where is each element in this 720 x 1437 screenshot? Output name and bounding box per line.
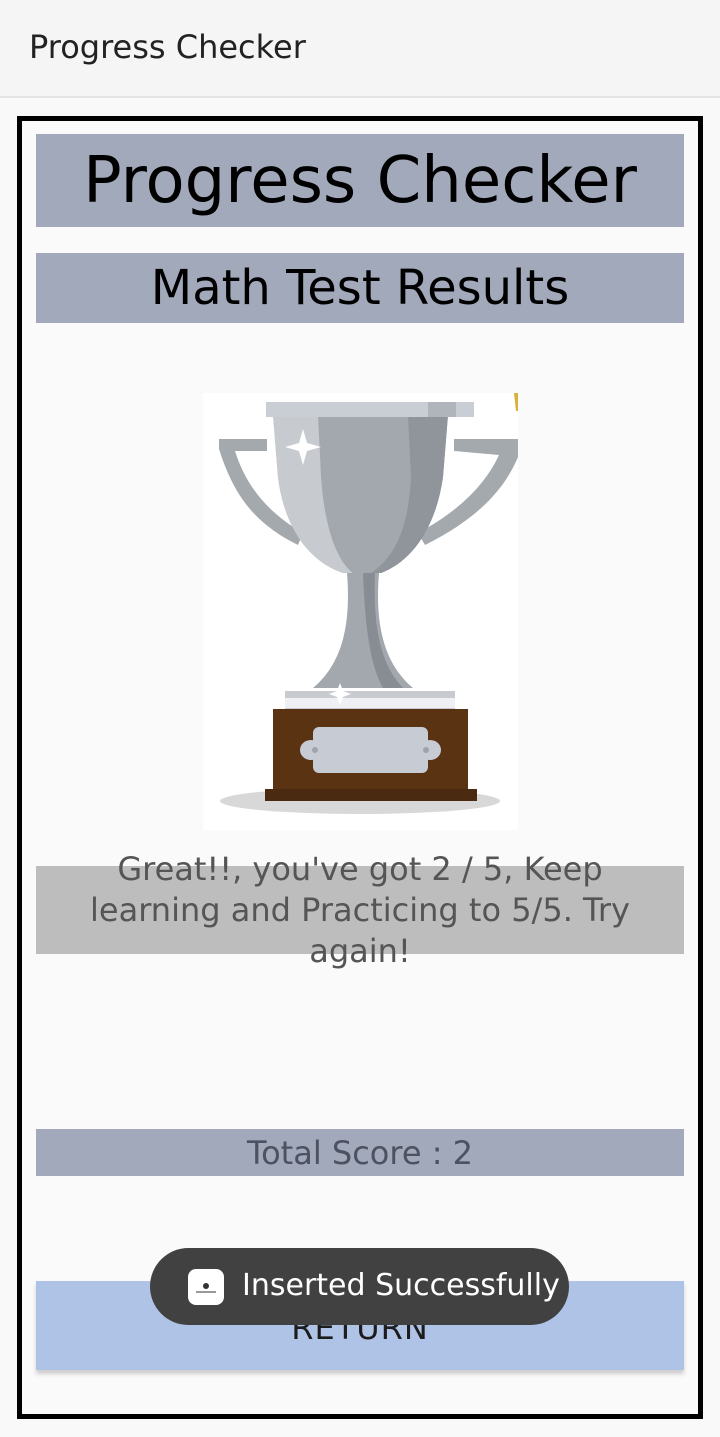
result-message: Great!!, you've got 2 / 5, Keep learning… — [90, 849, 630, 970]
toast-notification: Inserted Successfully — [150, 1248, 569, 1325]
trophy-icon — [219, 393, 518, 814]
app-bar-title: Progress Checker — [29, 28, 306, 66]
page-subtitle: Math Test Results — [150, 260, 570, 316]
page-title-banner: Progress Checker — [36, 134, 684, 227]
app-icon-line — [196, 1291, 216, 1293]
result-message-banner: Great!!, you've got 2 / 5, Keep learning… — [36, 850, 684, 970]
toast-message: Inserted Successfully — [242, 1268, 560, 1303]
page-title: Progress Checker — [83, 143, 637, 218]
app-bar: Progress Checker — [0, 0, 720, 98]
trophy-image — [203, 393, 518, 830]
page-subtitle-banner: Math Test Results — [36, 253, 684, 323]
total-score: Total Score : 2 — [246, 1133, 473, 1172]
app-icon — [188, 1269, 224, 1305]
app-icon-dot — [203, 1283, 209, 1289]
total-score-banner: Total Score : 2 — [36, 1129, 684, 1176]
